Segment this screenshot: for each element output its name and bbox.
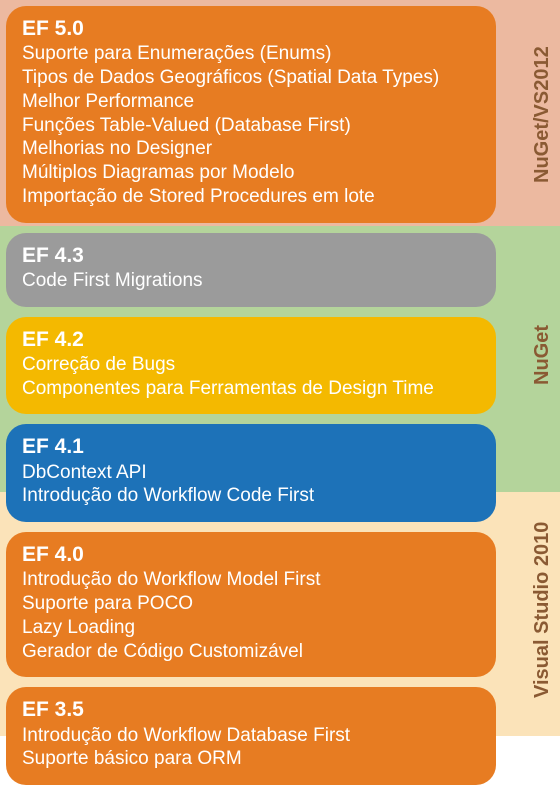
card-ef-4-3: EF 4.3 Code First Migrations [6,233,496,307]
card-feature: Suporte para Enumerações (Enums) [22,42,480,66]
card-feature: Introdução do Workflow Model First [22,568,480,592]
card-title: EF 4.3 [22,243,480,269]
card-feature: Melhorias no Designer [22,137,480,161]
card-feature: Suporte para POCO [22,592,480,616]
card-feature: Introdução do Workflow Code First [22,484,480,508]
section-label-nuget: NuGet [531,300,554,410]
card-feature: Gerador de Código Customizável [22,640,480,664]
cards-column: EF 5.0 Suporte para Enumerações (Enums) … [6,6,496,785]
card-ef-4-0: EF 4.0 Introdução do Workflow Model Firs… [6,532,496,677]
section-label-nuget-vs2012: NuGet/VS2012 [531,30,554,200]
card-ef-4-2: EF 4.2 Correção de Bugs Componentes para… [6,317,496,415]
card-ef-4-1: EF 4.1 DbContext API Introdução do Workf… [6,424,496,522]
card-feature: Suporte básico para ORM [22,747,480,771]
card-feature: Introdução do Workflow Database First [22,724,480,748]
card-title: EF 5.0 [22,16,480,42]
card-feature: Tipos de Dados Geográficos (Spatial Data… [22,66,480,90]
card-feature: Melhor Performance [22,90,480,114]
card-title: EF 4.0 [22,542,480,568]
card-feature: Componentes para Ferramentas de Design T… [22,377,480,401]
card-feature: Funções Table-Valued (Database First) [22,114,480,138]
card-feature: Lazy Loading [22,616,480,640]
card-title: EF 4.2 [22,327,480,353]
card-feature: Correção de Bugs [22,353,480,377]
card-title: EF 3.5 [22,697,480,723]
section-label-vs2010: Visual Studio 2010 [531,510,554,710]
card-ef-3-5: EF 3.5 Introdução do Workflow Database F… [6,687,496,785]
card-ef-5-0: EF 5.0 Suporte para Enumerações (Enums) … [6,6,496,223]
card-title: EF 4.1 [22,434,480,460]
card-feature: Múltiplos Diagramas por Modelo [22,161,480,185]
card-feature: Code First Migrations [22,269,480,293]
card-feature: DbContext API [22,461,480,485]
card-feature: Importação de Stored Procedures em lote [22,185,480,209]
